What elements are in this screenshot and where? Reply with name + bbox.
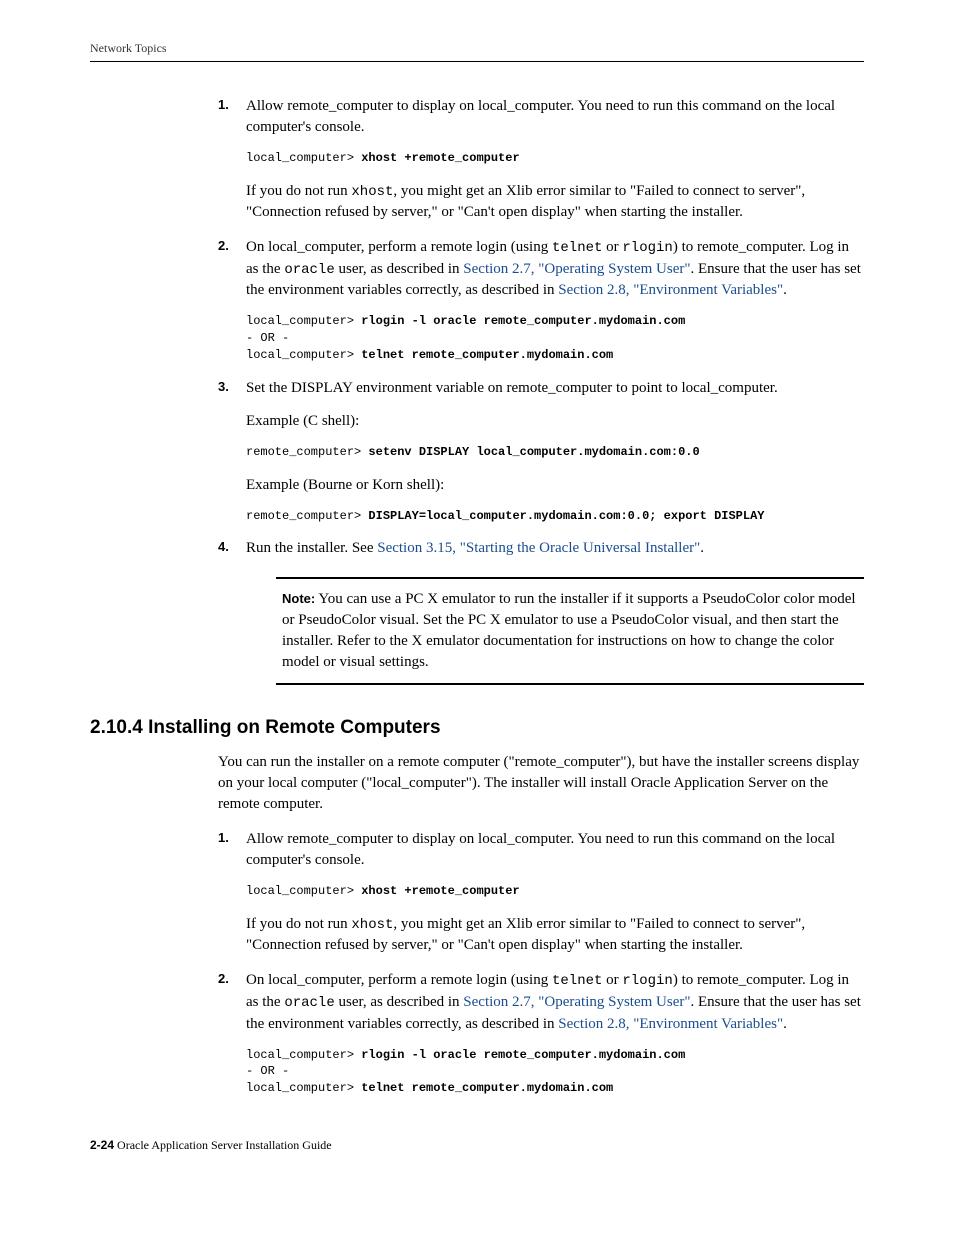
code-export: remote_computer> DISPLAY=local_computer.… <box>246 508 864 525</box>
link-section-2-8-b[interactable]: Section 2.8, "Environment Variables" <box>558 1016 783 1032</box>
step-4-para: Run the installer. See Section 3.15, "St… <box>246 538 864 559</box>
code-xhost: local_computer> xhost +remote_computer <box>246 150 864 167</box>
step-2-para: On local_computer, perform a remote logi… <box>246 237 864 301</box>
page-number: 2-24 <box>90 1138 114 1152</box>
header-text: Network Topics <box>90 41 167 55</box>
step-1-para2: If you do not run xhost, you might get a… <box>246 181 864 224</box>
step-number: 3. <box>218 378 229 396</box>
section-heading-2-10-4: 2.10.4 Installing on Remote Computers <box>90 715 864 742</box>
step-1-b: 1. Allow remote_computer to display on l… <box>218 829 864 956</box>
link-section-2-8[interactable]: Section 2.8, "Environment Variables" <box>558 282 783 298</box>
step-2b-para: On local_computer, perform a remote logi… <box>246 970 864 1034</box>
section-intro: You can run the installer on a remote co… <box>218 752 864 815</box>
step-1: 1. Allow remote_computer to display on l… <box>218 96 864 223</box>
footer-title: Oracle Application Server Installation G… <box>114 1138 332 1152</box>
step-3: 3. Set the DISPLAY environment variable … <box>218 378 864 525</box>
step-2-b: 2. On local_computer, perform a remote l… <box>218 970 864 1097</box>
step-number: 2. <box>218 237 229 255</box>
example-cshell-label: Example (C shell): <box>246 411 864 432</box>
note-text: You can use a PC X emulator to run the i… <box>282 591 856 670</box>
note-label: Note: <box>282 591 315 606</box>
ordered-list-bottom: 1. Allow remote_computer to display on l… <box>218 829 864 1097</box>
page-footer: 2-24 Oracle Application Server Installat… <box>90 1137 864 1154</box>
ordered-list-top: 1. Allow remote_computer to display on l… <box>218 96 864 686</box>
link-section-2-7-b[interactable]: Section 2.7, "Operating System User" <box>463 994 690 1010</box>
note-box: Note: You can use a PC X emulator to run… <box>276 577 864 685</box>
code-setenv: remote_computer> setenv DISPLAY local_co… <box>246 444 864 461</box>
link-section-2-7[interactable]: Section 2.7, "Operating System User" <box>463 261 690 277</box>
code-xhost-b: local_computer> xhost +remote_computer <box>246 883 864 900</box>
step-1-para: Allow remote_computer to display on loca… <box>246 96 864 138</box>
step-number: 4. <box>218 538 229 556</box>
step-1b-para: Allow remote_computer to display on loca… <box>246 829 864 871</box>
link-section-3-15[interactable]: Section 3.15, "Starting the Oracle Unive… <box>377 540 700 556</box>
step-4: 4. Run the installer. See Section 3.15, … <box>218 538 864 685</box>
step-3-para: Set the DISPLAY environment variable on … <box>246 378 864 399</box>
code-rlogin-telnet-b: local_computer> rlogin -l oracle remote_… <box>246 1047 864 1097</box>
running-header: Network Topics <box>90 40 864 62</box>
step-number: 2. <box>218 970 229 988</box>
step-number: 1. <box>218 829 229 847</box>
step-2: 2. On local_computer, perform a remote l… <box>218 237 864 364</box>
example-bourne-label: Example (Bourne or Korn shell): <box>246 475 864 496</box>
step-number: 1. <box>218 96 229 114</box>
code-rlogin-telnet: local_computer> rlogin -l oracle remote_… <box>246 313 864 363</box>
step-1b-para2: If you do not run xhost, you might get a… <box>246 914 864 957</box>
